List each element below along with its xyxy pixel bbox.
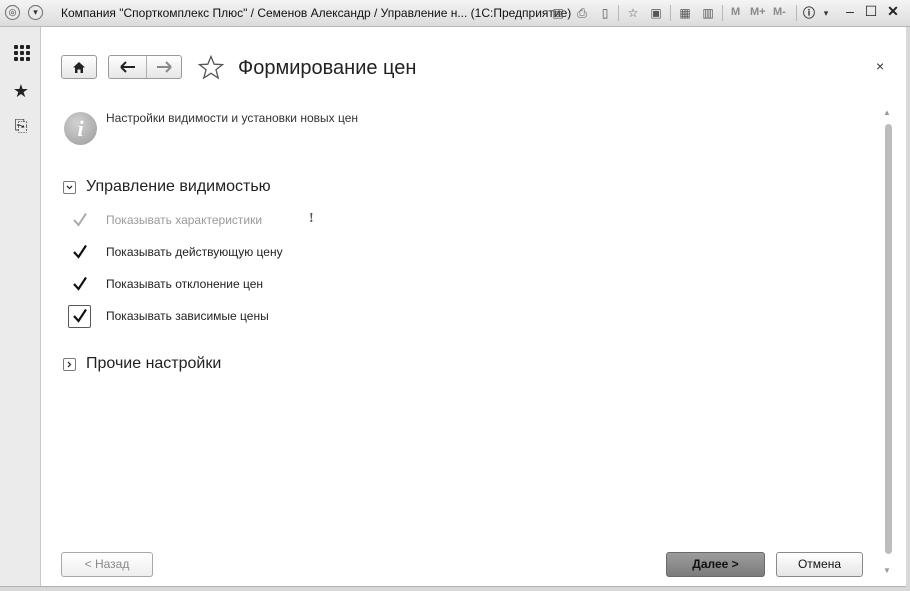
memory-m-button[interactable]: M bbox=[731, 6, 740, 18]
checkbox-show-price-deviation[interactable] bbox=[72, 276, 88, 292]
chevron-down-icon bbox=[66, 185, 73, 190]
history-icon[interactable]: ⎘ bbox=[10, 116, 32, 138]
group-visibility-label[interactable]: Управление видимостью bbox=[86, 178, 271, 196]
window-right-border bbox=[906, 27, 910, 590]
cancel-button[interactable]: Отмена bbox=[776, 552, 863, 577]
calendar-icon[interactable]: ▥ bbox=[700, 5, 716, 21]
checkmark-icon bbox=[73, 212, 87, 227]
warning-icon: ! bbox=[309, 211, 314, 226]
group-other-settings-label[interactable]: Прочие настройки bbox=[86, 355, 221, 373]
info-menu-icon[interactable]: ⓘ bbox=[801, 5, 817, 21]
checkbox-show-dependent-prices[interactable] bbox=[72, 308, 88, 324]
arrow-right-icon bbox=[157, 61, 172, 73]
back-nav-button[interactable] bbox=[109, 56, 147, 78]
arrow-left-icon bbox=[120, 61, 135, 73]
window-bottom-border bbox=[0, 586, 910, 591]
scroll-down-icon[interactable]: ▼ bbox=[883, 566, 891, 575]
checkbox-label: Показывать характеристики bbox=[106, 213, 263, 227]
sections-grid-icon[interactable] bbox=[14, 45, 32, 63]
collapse-group-toggle[interactable] bbox=[63, 181, 76, 194]
favorite-star-icon[interactable] bbox=[198, 55, 224, 80]
navigation-buttons bbox=[108, 55, 182, 79]
window-title: Компания "Спорткомплекс Плюс" / Семенов … bbox=[61, 6, 572, 20]
checkmark-icon bbox=[73, 308, 87, 323]
memory-mplus-button[interactable]: M+ bbox=[750, 6, 766, 18]
app-menu-icon[interactable]: ◎ bbox=[5, 5, 20, 20]
checkbox-label: Показывать отклонение цен bbox=[106, 277, 263, 291]
preview-icon[interactable]: ▯ bbox=[597, 5, 613, 21]
scroll-up-icon[interactable]: ▲ bbox=[883, 108, 891, 117]
toolbar-separator bbox=[796, 5, 797, 21]
expand-group-toggle[interactable] bbox=[63, 358, 76, 371]
forward-nav-button[interactable] bbox=[146, 56, 182, 78]
window-titlebar: ◎ ▾ Компания "Спорткомплекс Плюс" / Семе… bbox=[0, 0, 910, 27]
close-form-icon[interactable]: × bbox=[876, 58, 884, 74]
checkbox-label: Показывать зависимые цены bbox=[106, 309, 269, 323]
checkmark-icon bbox=[73, 244, 87, 259]
checkbox-show-characteristics[interactable] bbox=[72, 212, 88, 228]
toolbar-separator bbox=[618, 5, 619, 21]
home-icon bbox=[73, 62, 85, 73]
print-icon[interactable]: ⎙ bbox=[574, 5, 590, 21]
page-title: Формирование цен bbox=[238, 57, 417, 79]
info-icon: i bbox=[64, 112, 97, 145]
close-window-icon[interactable]: ✕ bbox=[885, 3, 901, 20]
save-icon[interactable]: ▤ bbox=[550, 5, 566, 21]
toolbar-separator bbox=[722, 5, 723, 21]
favorites-star-icon[interactable]: ★ bbox=[10, 80, 32, 102]
checkmark-icon bbox=[73, 276, 87, 291]
toolbar-separator bbox=[670, 5, 671, 21]
info-text: Настройки видимости и установки новых це… bbox=[106, 111, 358, 125]
checkbox-show-current-price[interactable] bbox=[72, 244, 88, 260]
maximize-icon[interactable]: ☐ bbox=[863, 3, 879, 20]
main-menu-dropdown-icon[interactable]: ▾ bbox=[28, 5, 43, 20]
left-navigation-panel bbox=[0, 27, 41, 590]
calculator-icon[interactable]: ▦ bbox=[677, 5, 693, 21]
next-button[interactable]: Далее > bbox=[666, 552, 765, 577]
home-button[interactable] bbox=[61, 55, 97, 79]
checkbox-label: Показывать действующую цену bbox=[106, 245, 283, 259]
minimize-icon[interactable]: – bbox=[842, 3, 858, 19]
back-button[interactable]: < Назад bbox=[61, 552, 153, 577]
info-dropdown-icon[interactable]: ▾ bbox=[818, 5, 834, 21]
bookmark-icon[interactable]: ▣ bbox=[648, 5, 664, 21]
add-favorite-icon[interactable]: ☆ bbox=[625, 5, 641, 21]
chevron-right-icon bbox=[67, 361, 72, 368]
scrollbar-thumb[interactable] bbox=[885, 124, 892, 554]
memory-mminus-button[interactable]: M- bbox=[773, 6, 786, 18]
